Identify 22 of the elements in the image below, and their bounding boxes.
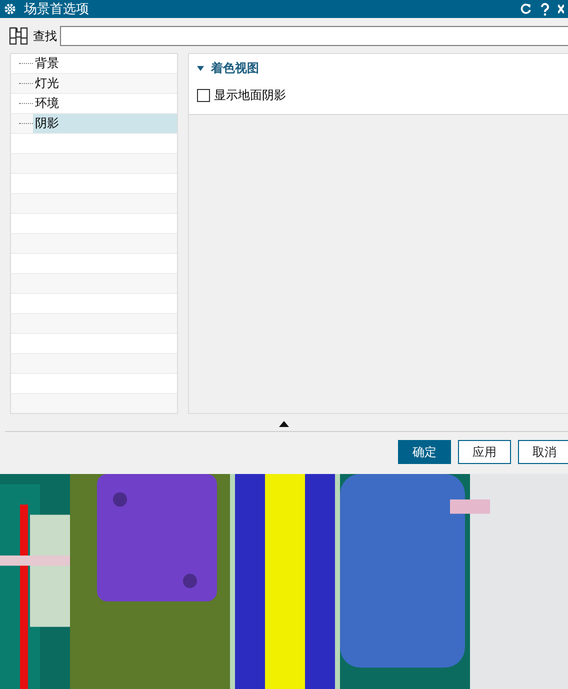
tree-item[interactable]: 环境: [33, 94, 177, 113]
tree-connector: [19, 63, 33, 64]
checkbox-label: 显示地面阴影: [214, 87, 286, 104]
binoculars-icon: [8, 25, 30, 47]
help-icon[interactable]: [540, 2, 550, 16]
search-label: 查找: [33, 28, 57, 44]
tree-connector: [19, 83, 33, 84]
search-field[interactable]: [60, 26, 568, 46]
dialog-button[interactable]: 取消: [518, 440, 568, 464]
caret-icon: [197, 66, 204, 71]
section-header[interactable]: 着色视图: [197, 60, 560, 77]
tree-item[interactable]: 阴影: [33, 114, 177, 133]
tree-connector: [19, 103, 33, 104]
close-icon[interactable]: [558, 3, 564, 15]
window-title: 场景首选项: [24, 1, 90, 18]
tree-item[interactable]: 背景: [33, 54, 177, 73]
dialog-button[interactable]: 应用: [458, 440, 511, 464]
collapse-icon[interactable]: [279, 421, 289, 427]
checkbox[interactable]: [197, 89, 210, 102]
gear-icon: [4, 3, 16, 15]
ok-button[interactable]: 确定: [398, 440, 451, 464]
reset-icon[interactable]: [520, 3, 532, 15]
